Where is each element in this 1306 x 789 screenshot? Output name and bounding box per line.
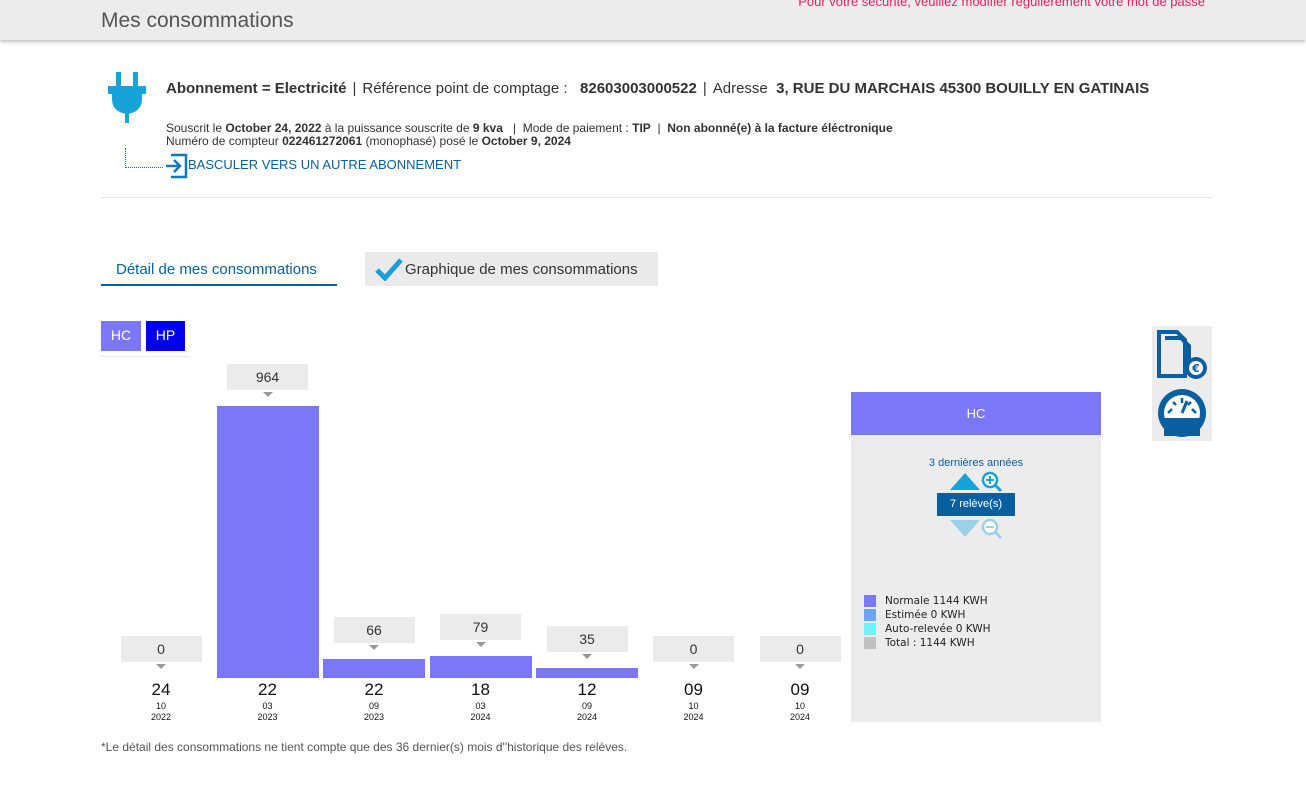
consumption-chart: 0 24 10 2022 964 22 03 2023 66 22 09 2023 79 18 03 2024… <box>101 360 846 730</box>
subscription-block: Abonnement = Electricité | Référence point… <box>101 70 1212 198</box>
bar-value-arrow <box>475 642 486 647</box>
gauge-meter-icon[interactable] <box>1155 386 1209 438</box>
bar-value-arrow <box>156 664 166 669</box>
legend-swatch <box>864 623 876 635</box>
subscription-details: Souscrit le October 24, 2022 à la puissa… <box>166 121 893 135</box>
chart-bar[interactable] <box>429 656 532 678</box>
x-tick-day: 09 <box>790 680 810 699</box>
x-tick-month: 09 <box>368 701 379 711</box>
x-tick-month: 03 <box>475 701 486 711</box>
bar-value-label: 0 <box>759 636 841 662</box>
power-value: 9 kva <box>472 121 503 135</box>
address-label: Adresse <box>712 80 768 97</box>
subscribed-prefix: Souscrit le <box>166 121 223 135</box>
x-tick-day: 22 <box>364 680 384 699</box>
x-tick-month: 10 <box>688 701 699 711</box>
x-tick-month: 10 <box>794 701 805 711</box>
period-label: 3 dernières années <box>928 457 1024 469</box>
button-divider <box>101 356 190 357</box>
subscribed-date: October 24, 2022 <box>225 121 322 135</box>
zoom-out-arrow-icon[interactable] <box>950 520 980 537</box>
bar-value-arrow <box>582 654 592 659</box>
tab-graph-label: Graphique de mes consommations <box>405 261 638 278</box>
payment-label: Mode de paiement : <box>522 121 629 135</box>
top-bar: Mes consommations Pour votre sécurité, v… <box>0 0 1306 40</box>
summary-panel: HC 3 dernières années 7 relève(s) Normal… <box>851 392 1101 722</box>
reference-value: 82603003000522 <box>580 80 697 97</box>
bar-value-label: 35 <box>546 626 628 652</box>
dotted-connector <box>125 148 163 168</box>
panel-title: HC <box>851 392 1101 435</box>
switch-arrow-icon[interactable] <box>165 153 189 179</box>
subscription-summary: Abonnement = Electricité | Référence point… <box>166 80 1150 97</box>
x-tick-year: 2024 <box>470 712 491 722</box>
hp-button[interactable]: HP <box>146 321 185 351</box>
tab-detail[interactable]: Détail de mes consommations <box>101 252 337 286</box>
releves-count: 7 relève(s) <box>937 493 1015 516</box>
bar-value-label: 0 <box>653 636 734 662</box>
legend-label: Estimée 0 KWH <box>885 609 966 621</box>
footnote: *Le détail des consommations ne tient co… <box>101 740 628 754</box>
x-tick-year: 2023 <box>257 712 278 722</box>
x-tick-year: 2024 <box>683 712 704 722</box>
legend-swatch <box>864 609 876 621</box>
bar-value-arrow <box>262 392 273 397</box>
legend-label: Auto-relevée 0 KWH <box>885 623 991 635</box>
bar-value-label: 964 <box>227 364 308 390</box>
x-tick-year: 2024 <box>576 712 598 722</box>
x-tick-day: 09 <box>684 680 703 699</box>
invoice-euro-icon[interactable]: € <box>1155 330 1209 382</box>
x-tick-day: 22 <box>258 680 277 699</box>
address-value: 3, RUE DU MARCHAIS 45300 BOUILLY EN GATI… <box>776 80 1150 97</box>
x-tick-month: 09 <box>581 701 592 711</box>
x-tick-month: 10 <box>155 701 166 711</box>
hc-button[interactable]: HC <box>101 321 141 351</box>
meter-details: Numéro de compteur 022461272061 (monopha… <box>166 134 571 148</box>
side-toolbar: € <box>1152 326 1212 441</box>
bar-value-arrow <box>688 664 699 669</box>
subscription-type: Abonnement = Electricité <box>166 80 347 97</box>
plug-icon <box>108 72 146 123</box>
einvoice-status: Non abonné(e) à la facture éléctronique <box>667 121 893 135</box>
bar-value-label: 0 <box>120 636 202 662</box>
chart-bar[interactable] <box>216 406 319 678</box>
x-tick-month: 03 <box>262 701 273 711</box>
bar-value-arrow <box>369 645 379 650</box>
x-tick-day: 18 <box>471 680 490 699</box>
security-notice: Pour votre sécurité, veuillez modifier r… <box>798 0 1205 9</box>
page-title: Mes consommations <box>101 9 294 32</box>
meter-date: October 9, 2024 <box>481 134 571 148</box>
meter-phase: (monophasé) posé le <box>365 134 479 148</box>
x-tick-year: 2022 <box>150 712 172 722</box>
zoom-in-icon[interactable] <box>981 471 1003 493</box>
x-tick-day: 24 <box>151 680 171 699</box>
legend-swatch <box>864 637 876 649</box>
power-prefix: à la puissance souscrite de <box>324 121 470 135</box>
x-tick-year: 2024 <box>789 712 811 722</box>
reference-label: Référence point de comptage : <box>362 80 568 97</box>
x-tick-day: 12 <box>577 680 597 699</box>
zoom-in-arrow-icon[interactable] <box>950 473 980 490</box>
legend-swatch <box>864 595 876 607</box>
switch-subscription-link[interactable]: BASCULER VERS UN AUTRE ABONNEMENT <box>188 157 461 172</box>
meter-number: 022461272061 <box>282 134 363 148</box>
chart-bar[interactable] <box>323 659 425 678</box>
payment-value: TIP <box>632 121 651 135</box>
legend-label: Total : 1144 KWH <box>885 637 975 649</box>
x-tick-year: 2023 <box>363 712 385 722</box>
bar-value-arrow <box>795 664 805 669</box>
bar-value-label: 79 <box>440 614 521 640</box>
meter-prefix: Numéro de compteur <box>166 134 279 148</box>
zoom-out-icon[interactable] <box>981 518 1003 540</box>
tab-graph[interactable]: Graphique de mes consommations <box>365 252 658 286</box>
bar-value-label: 66 <box>333 617 415 643</box>
svg-text:€: € <box>1191 362 1200 375</box>
legend-label: Normale 1144 KWH <box>885 595 988 607</box>
chart-bar[interactable] <box>536 668 638 678</box>
checkmark-icon <box>375 258 403 281</box>
